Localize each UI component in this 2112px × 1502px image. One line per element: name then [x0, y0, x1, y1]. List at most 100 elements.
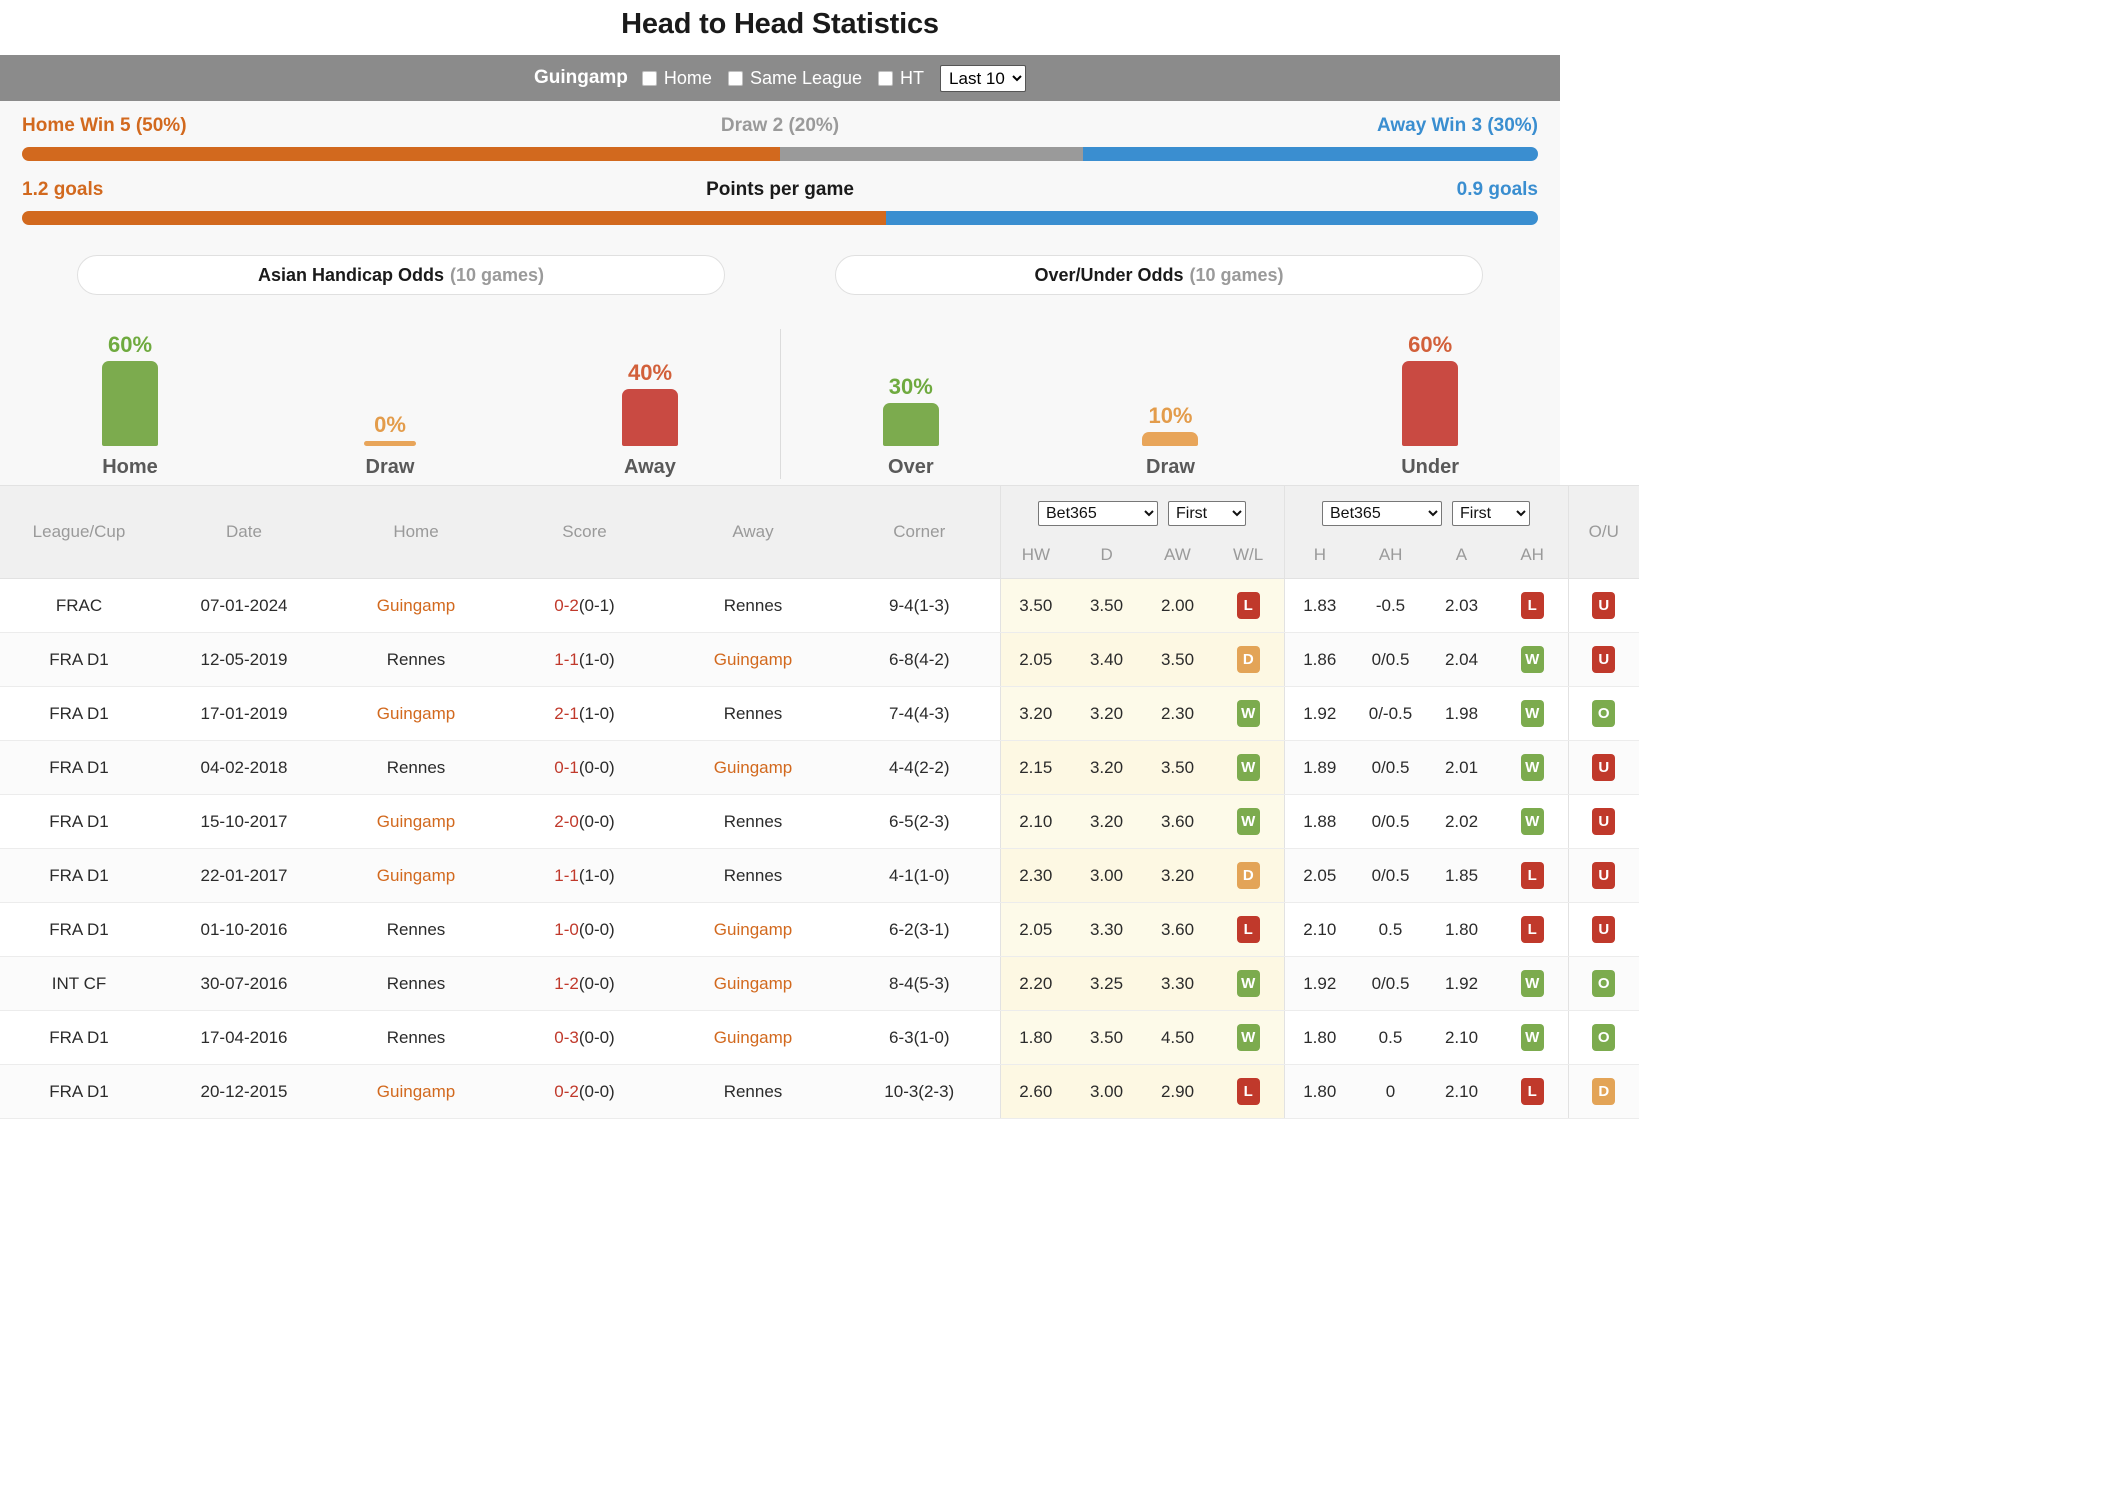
over-under-odds-header[interactable]: Over/Under Odds (10 games) [835, 255, 1483, 295]
table-row[interactable]: INT CF 30-07-2016 Rennes 1-2(0-0) Guingamp 8-… [0, 956, 1639, 1011]
header-corner[interactable]: Corner [839, 485, 1000, 579]
checkbox-icon[interactable] [878, 70, 894, 86]
table-row[interactable]: FRA D1 17-04-2016 Rennes 0-3(0-0) Guingamp 6-… [0, 1010, 1639, 1065]
result-badge: O [1592, 1024, 1616, 1051]
cell-home-win-odds: 2.20 [999, 956, 1071, 1011]
table-row[interactable]: FRA D1 04-02-2018 Rennes 0-1(0-0) Guingamp 4-… [0, 740, 1639, 795]
header-score[interactable]: Score [502, 485, 667, 579]
result-distribution-labels: Home Win 5 (50%) Draw 2 (20%) Away Win 3… [22, 115, 1538, 145]
result-badge: U [1592, 754, 1616, 781]
cell-date: 17-01-2019 [158, 686, 330, 741]
cell-home: Guingamp [330, 578, 502, 633]
cell-over-under: D [1567, 1064, 1639, 1119]
result-badge: W [1236, 970, 1260, 997]
odds-panel-headers: Asian Handicap Odds (10 games) Over/Unde… [0, 251, 1560, 295]
cell-away-win-odds: 2.00 [1142, 578, 1213, 633]
result-badge: D [1236, 646, 1260, 673]
cell-home-win-odds: 2.60 [999, 1064, 1071, 1119]
cell-away-win-odds: 3.60 [1142, 794, 1213, 849]
header-league[interactable]: League/Cup [0, 485, 158, 579]
subheader-d[interactable]: D [1071, 545, 1142, 565]
subheader-hw[interactable]: HW [1001, 545, 1072, 565]
result-badge: D [1236, 862, 1260, 889]
cell-league: FRAC [0, 578, 158, 633]
cell-league: FRA D1 [0, 794, 158, 849]
header-away[interactable]: Away [667, 485, 839, 579]
cell-home-win-odds: 2.05 [999, 902, 1071, 957]
cell-league: FRA D1 [0, 686, 158, 741]
result-badge: D [1592, 1078, 1616, 1105]
cell-corner: 6-3(1-0) [839, 1010, 1000, 1065]
period-select-1[interactable]: FirstLive [1168, 500, 1246, 526]
cell-corner: 7-4(4-3) [839, 686, 1000, 741]
cell-corner: 8-4(5-3) [839, 956, 1000, 1011]
cell-over-under: U [1567, 632, 1639, 687]
filter-home-checkbox[interactable]: Home [641, 68, 712, 89]
cell-ah-line: 0/0.5 [1355, 632, 1426, 687]
cell-date: 17-04-2016 [158, 1010, 330, 1065]
draw-label: Draw 2 (20%) [720, 115, 840, 136]
result-badge: U [1592, 592, 1616, 619]
cell-date: 04-02-2018 [158, 740, 330, 795]
header-home[interactable]: Home [330, 485, 502, 579]
result-badge: W [1236, 700, 1260, 727]
table-row[interactable]: FRA D1 12-05-2019 Rennes 1-1(1-0) Guingamp 6-… [0, 632, 1639, 687]
period-select-2[interactable]: FirstLive [1452, 500, 1530, 526]
header-date[interactable]: Date [158, 485, 330, 579]
cell-score: 2-0(0-0) [502, 794, 667, 849]
cell-score: 1-2(0-0) [502, 956, 667, 1011]
bar-column-over: 30% Over [836, 329, 986, 479]
cell-draw-odds: 3.00 [1071, 1064, 1142, 1119]
filter-same-league-checkbox[interactable]: Same League [727, 68, 862, 89]
cell-ah-home-odds: 2.05 [1283, 848, 1355, 903]
cell-score: 0-2(0-0) [502, 1064, 667, 1119]
header-over-under[interactable]: O/U [1567, 485, 1639, 579]
asian-handicap-odds-header[interactable]: Asian Handicap Odds (10 games) [77, 255, 725, 295]
cell-win-loss: L [1213, 1064, 1284, 1119]
table-row[interactable]: FRA D1 17-01-2019 Guingamp 2-1(1-0) Rennes 7-… [0, 686, 1639, 741]
result-badge: W [1520, 1024, 1544, 1051]
cell-draw-odds: 3.50 [1071, 1010, 1142, 1065]
table-row[interactable]: FRA D1 20-12-2015 Guingamp 0-2(0-0) Rennes 10… [0, 1064, 1639, 1119]
subheader-a[interactable]: A [1426, 545, 1497, 565]
asian-handicap-chart: 60% Home 0% Draw 40% Away [0, 329, 780, 479]
subheader-w-l[interactable]: W/L [1213, 545, 1284, 565]
cell-over-under: U [1567, 902, 1639, 957]
subheader-aw[interactable]: AW [1142, 545, 1213, 565]
subheader-ah[interactable]: AH [1355, 545, 1426, 565]
table-row[interactable]: FRAC 07-01-2024 Guingamp 0-2(0-1) Rennes 9-4(… [0, 578, 1639, 633]
result-badge: W [1520, 808, 1544, 835]
filter-ht-checkbox[interactable]: HT [878, 68, 924, 89]
bar-column-draw: 10% Draw [1095, 329, 1245, 479]
cell-league: FRA D1 [0, 902, 158, 957]
result-badge: U [1592, 862, 1616, 889]
table-row[interactable]: FRA D1 01-10-2016 Rennes 1-0(0-0) Guingamp 6-… [0, 902, 1639, 957]
cell-over-under: O [1567, 1010, 1639, 1065]
cell-ah-home-odds: 1.86 [1283, 632, 1355, 687]
subheader-h[interactable]: H [1285, 545, 1356, 565]
cell-win-loss: L [1213, 902, 1284, 957]
result-badge: W [1520, 754, 1544, 781]
subheader-ah[interactable]: AH [1497, 545, 1568, 565]
checkbox-icon[interactable] [641, 70, 657, 86]
bar-rect [622, 389, 678, 446]
cell-home: Rennes [330, 632, 502, 687]
checkbox-icon[interactable] [727, 70, 743, 86]
bar-category-label: Home [102, 456, 158, 478]
cell-ah-away-odds: 1.80 [1426, 902, 1497, 957]
bookmaker-select-1[interactable]: Bet365CrownMacauslot [1038, 500, 1158, 526]
cell-ah-result: W [1497, 686, 1568, 741]
ppg-title: Points per game [706, 179, 854, 200]
table-row[interactable]: FRA D1 15-10-2017 Guingamp 2-0(0-0) Rennes 6-… [0, 794, 1639, 849]
match-range-select[interactable]: Last 10Last 20All [940, 64, 1027, 92]
bar-rect [102, 361, 158, 446]
table-row[interactable]: FRA D1 22-01-2017 Guingamp 1-1(1-0) Rennes 4-… [0, 848, 1639, 903]
cell-away: Guingamp [667, 632, 839, 687]
cell-ah-home-odds: 2.10 [1283, 902, 1355, 957]
bar-value-label: 30% [888, 374, 933, 399]
cell-away: Guingamp [667, 956, 839, 1011]
cell-ah-result: L [1497, 902, 1568, 957]
bookmaker-select-2[interactable]: Bet365CrownMacauslot [1322, 500, 1442, 526]
cell-corner: 4-1(1-0) [839, 848, 1000, 903]
bar-category-label: Under [1401, 456, 1460, 478]
